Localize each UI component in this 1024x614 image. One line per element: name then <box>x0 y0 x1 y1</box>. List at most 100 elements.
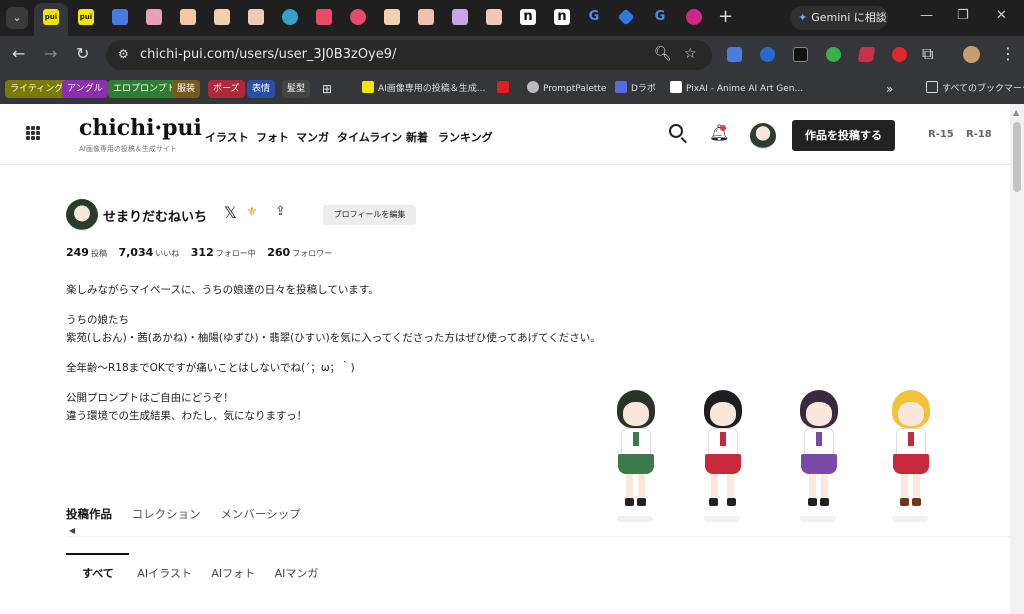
reload-icon[interactable]: ↻ <box>76 45 89 63</box>
bookmark-folder-prompt[interactable]: エロプロンプト <box>108 80 181 98</box>
menu-kebab-icon[interactable]: ⋮ <box>1000 45 1016 63</box>
site-logo[interactable]: chichi·pui <box>79 115 202 141</box>
menu-grid-icon[interactable] <box>26 126 40 140</box>
site-info-icon[interactable]: ⚙ <box>118 47 129 61</box>
tab-google[interactable]: G <box>586 9 602 25</box>
bookmark-star-icon[interactable]: ☆ <box>684 46 697 62</box>
bookmark-folder-angle[interactable]: アングル <box>62 80 108 98</box>
tab-image-8[interactable] <box>486 9 502 25</box>
tab-image-5[interactable] <box>384 9 400 25</box>
extension-icon-2[interactable] <box>760 47 775 62</box>
nav-manga[interactable]: マンガ <box>296 129 329 145</box>
bookmarks-overflow-icon[interactable]: » <box>886 80 893 98</box>
share-icon[interactable]: ⇪ <box>275 204 286 219</box>
nav-ranking[interactable]: ランキング <box>438 129 493 145</box>
scroll-thumb[interactable] <box>1013 122 1021 192</box>
minimize-icon[interactable]: — <box>920 8 933 23</box>
bookmark-pixai[interactable]: PixAI - Anime AI Art Gen... <box>670 80 803 98</box>
nav-illust[interactable]: イラスト <box>205 129 249 145</box>
stat-likes-value[interactable]: 7,034 <box>118 246 153 259</box>
subtab-ai-photo[interactable]: AIフォト <box>211 567 255 580</box>
tab-image-2[interactable] <box>180 9 196 25</box>
tab-image-1[interactable] <box>146 9 162 25</box>
tab-search-button[interactable]: ⌄ <box>6 7 28 29</box>
extension-icon-6[interactable] <box>892 47 907 62</box>
x-twitter-icon[interactable]: 𝕏 <box>224 203 237 222</box>
tab-translate[interactable] <box>112 9 128 25</box>
stat-posts-label: 投稿 <box>90 249 107 258</box>
bookmark-folder-hairstyle[interactable]: 髪型 <box>282 80 311 98</box>
nav-photo[interactable]: フォト <box>256 129 289 145</box>
dlabo-icon <box>615 81 627 93</box>
subtab-ai-manga[interactable]: AIマンガ <box>275 567 319 580</box>
sub-tabs: すべて AIイラスト AIフォト AIマンガ <box>82 565 334 581</box>
bookmark-dlabo[interactable]: Dラボ <box>615 80 656 98</box>
rating-r18-toggle[interactable]: R-18 <box>966 129 992 140</box>
tab-heart-2[interactable] <box>350 9 366 25</box>
page-scrollbar[interactable]: ▲ <box>1010 104 1024 614</box>
tab-globe[interactable] <box>282 9 298 25</box>
bookmark-folder-expression[interactable]: 表情 <box>247 80 276 98</box>
close-icon[interactable]: ✕ <box>996 8 1007 23</box>
stat-likes-label: いいね <box>155 249 180 258</box>
bookmark-folder-clothes[interactable]: 服装 <box>172 80 201 98</box>
rating-r15-toggle[interactable]: R-15 <box>928 129 954 140</box>
tab-image-6[interactable] <box>418 9 434 25</box>
apps-grid-icon[interactable]: ⊞ <box>322 80 332 98</box>
tab-google-2[interactable]: G <box>652 9 668 25</box>
address-bar[interactable]: ⚙ chichi-pui.com/users/user_3J0B3zOye9/ … <box>106 40 712 70</box>
pixai-icon <box>670 81 682 93</box>
translate-extension-icon[interactable] <box>727 47 742 62</box>
profile-avatar-icon[interactable] <box>963 46 980 63</box>
new-tab-button[interactable]: + <box>718 8 733 26</box>
bio-line-5: 公開プロンプトはご自由にどうぞ！ <box>66 392 234 404</box>
extensions-puzzle-icon[interactable]: ⧉ <box>922 45 933 63</box>
restore-icon[interactable]: ❐ <box>957 8 969 23</box>
extension-icon-4[interactable] <box>826 47 841 62</box>
tab-image-7[interactable] <box>452 9 468 25</box>
scroll-up-arrow-icon[interactable]: ▲ <box>1013 108 1019 117</box>
notification-badge <box>720 125 726 131</box>
tab-heart[interactable] <box>316 9 332 25</box>
bookmark-folder-lighting[interactable]: ライティング <box>5 80 69 98</box>
bookmark-youtube[interactable] <box>497 80 513 98</box>
gemini-button[interactable]: ✦ Gemini に相談 <box>790 6 888 30</box>
subtab-ai-illust[interactable]: AIイラスト <box>137 567 192 580</box>
tab-diamond[interactable] <box>617 8 635 26</box>
stat-posts-value[interactable]: 249 <box>66 246 89 259</box>
post-artwork-button[interactable]: 作品を投稿する <box>792 120 895 151</box>
active-tab[interactable]: pui <box>34 3 68 36</box>
tab-pink[interactable] <box>686 9 702 25</box>
tab-collection[interactable]: コレクション <box>132 507 201 521</box>
nav-timeline[interactable]: タイムライン <box>337 129 402 145</box>
tab-note-2[interactable]: n <box>554 9 570 25</box>
zoom-search-icon[interactable]: 🔍︎ <box>654 46 672 62</box>
search-icon[interactable] <box>669 124 683 138</box>
forward-icon[interactable]: → <box>44 45 57 63</box>
tab-chichi-pui-2[interactable]: pui <box>78 9 94 25</box>
edit-profile-button[interactable]: プロフィールを編集 <box>323 205 416 225</box>
stat-followers-value[interactable]: 260 <box>267 246 290 259</box>
nav-new[interactable]: 新着 <box>406 129 428 145</box>
notion-extension-icon[interactable] <box>793 47 808 62</box>
carousel-prev-icon[interactable]: ◀ <box>69 526 75 535</box>
bookmark-folder-pose[interactable]: ポーズ <box>208 80 245 98</box>
character-akane <box>692 390 752 522</box>
bookmark-chichi-pui[interactable]: AI画像専用の投稿＆生成... <box>362 80 485 98</box>
browser-tabstrip: ⌄ pui pui n n G G + ✦ Gemini に相談 — ❐ ✕ <box>0 0 1024 36</box>
tabs-divider <box>66 536 1010 537</box>
extension-icon-5[interactable] <box>857 47 876 62</box>
stat-following-value[interactable]: 312 <box>191 246 214 259</box>
character-hisui <box>880 390 940 522</box>
profile-avatar <box>66 199 98 231</box>
bookmark-promptpalette[interactable]: PromptPalette <box>527 80 606 98</box>
header-avatar[interactable] <box>750 123 776 149</box>
back-icon[interactable]: ← <box>12 45 25 63</box>
subtab-all[interactable]: すべて <box>82 567 114 580</box>
tab-image-4[interactable] <box>248 9 264 25</box>
tab-posts[interactable]: 投稿作品 <box>66 507 112 521</box>
tab-membership[interactable]: メンバーシップ <box>220 507 300 521</box>
all-bookmarks-button[interactable]: すべてのブックマーク <box>926 80 1024 98</box>
tab-image-3[interactable] <box>214 9 230 25</box>
tab-note[interactable]: n <box>520 9 536 25</box>
